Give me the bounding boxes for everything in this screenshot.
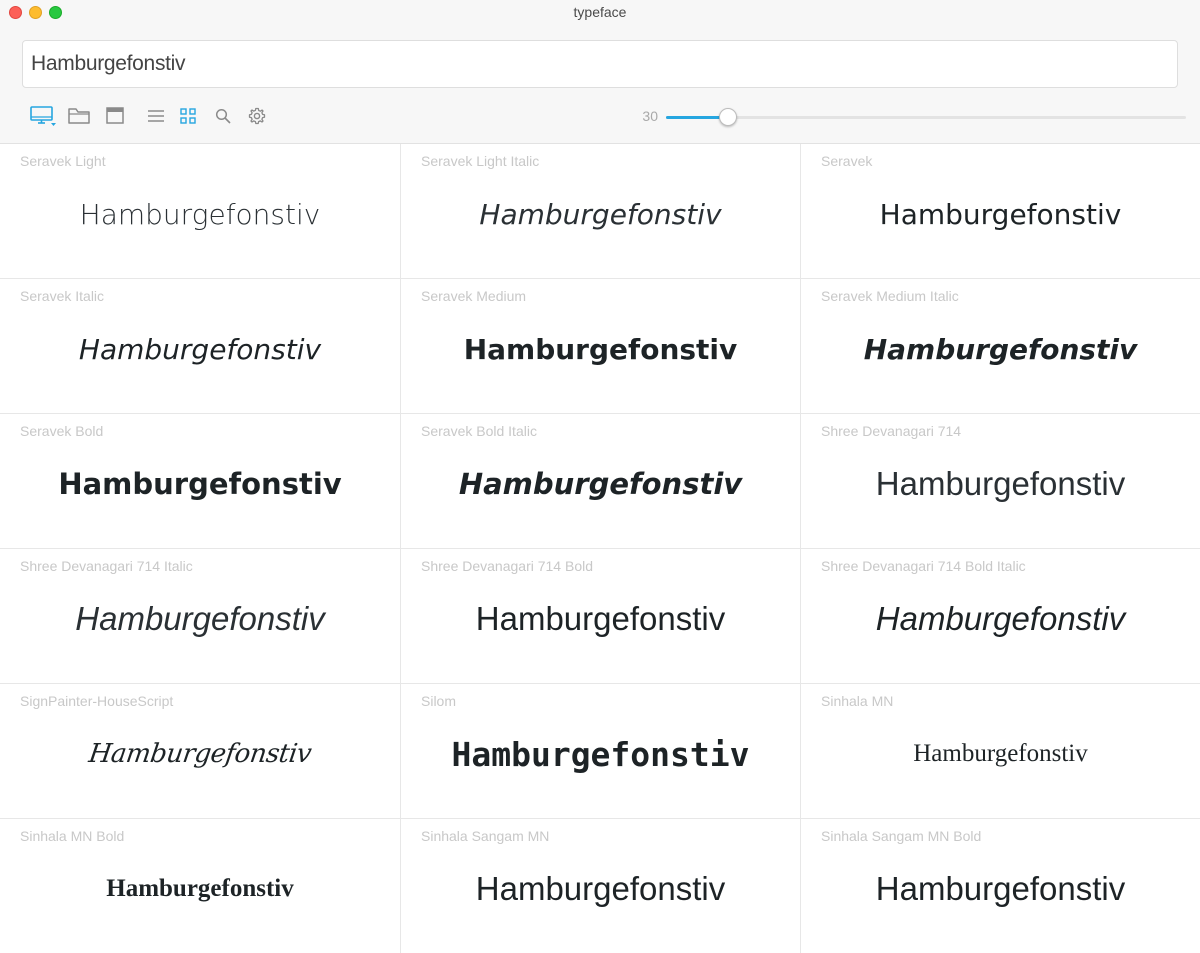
font-name-label: Seravek Medium Italic — [821, 288, 959, 304]
font-size-slider[interactable] — [666, 106, 1186, 128]
font-sample-text: Hamburgefonstiv — [79, 197, 321, 231]
slider-track — [666, 116, 1186, 119]
font-name-label: Shree Devanagari 714 — [821, 423, 962, 439]
font-name-label: Seravek Light — [20, 153, 106, 169]
font-name-label: Seravek Light Italic — [421, 153, 540, 169]
font-card[interactable]: Shree Devanagari 714 Bold Italic Hamburge… — [801, 549, 1200, 684]
font-card[interactable]: SignPainter-HouseScript Hamburgefonstiv — [0, 684, 401, 819]
font-sample-text: Hamburgefonstiv — [879, 197, 1122, 231]
font-name-label: Seravek — [821, 153, 873, 169]
font-name-label: Shree Devanagari 714 Bold — [421, 558, 594, 574]
font-card[interactable]: Seravek Hamburgefonstiv — [801, 144, 1200, 279]
font-name-label: Seravek Italic — [20, 288, 105, 304]
font-sample-text: Hamburgefonstiv — [875, 870, 1126, 907]
font-card[interactable]: Seravek Medium Hamburgefonstiv — [401, 279, 801, 414]
window-title: typeface — [573, 4, 627, 20]
grid-view-icon[interactable] — [178, 104, 198, 128]
preview-text-input[interactable] — [22, 40, 1178, 88]
font-card[interactable]: Sinhala MN Hamburgefonstiv — [801, 684, 1200, 819]
font-name-label: Seravek Bold — [20, 423, 104, 439]
font-sample-text: Hamburgefonstiv — [58, 467, 342, 501]
font-card[interactable]: Seravek Light Italic Hamburgefonstiv — [401, 144, 801, 279]
font-sample-text: Hamburgefonstiv — [875, 465, 1126, 502]
font-card[interactable]: Sinhala Sangam MN Bold Hamburgefonstiv — [801, 819, 1200, 953]
font-size-value: 30 — [642, 108, 658, 124]
font-sample-text: Hamburgefonstiv — [75, 600, 325, 637]
font-card[interactable]: Seravek Light Hamburgefonstiv — [0, 144, 401, 279]
font-card[interactable]: Shree Devanagari 714 Bold Hamburgefonstiv — [401, 549, 801, 684]
font-name-label: Sinhala MN Bold — [20, 828, 125, 844]
window-icon[interactable] — [103, 104, 127, 128]
font-card[interactable]: Shree Devanagari 714 Hamburgefonstiv — [801, 414, 1200, 549]
font-grid: Seravek Light Hamburgefonstiv Seravek Ligh… — [0, 144, 1200, 953]
font-name-label: Shree Devanagari 714 Bold Italic — [821, 558, 1026, 574]
font-sample-text: Hamburgefonstiv — [475, 870, 726, 907]
font-name-label: SignPainter-HouseScript — [20, 693, 174, 709]
font-sample-text: Hamburgefonstiv — [451, 734, 750, 774]
slider-knob[interactable] — [719, 108, 738, 126]
font-card[interactable]: Sinhala Sangam MN Hamburgefonstiv — [401, 819, 801, 953]
font-card[interactable]: Sinhala MN Bold Hamburgefonstiv — [0, 819, 401, 953]
font-sample-text: Hamburgefonstiv — [475, 600, 726, 637]
font-sample-text: Hamburgefonstiv — [78, 332, 322, 366]
font-name-label: Shree Devanagari 714 Italic — [20, 558, 193, 574]
folder-icon[interactable] — [66, 104, 92, 128]
font-name-label: Seravek Bold Italic — [421, 423, 537, 439]
font-sample-text: Hamburgefonstiv — [106, 875, 294, 902]
font-name-label: Seravek Medium — [421, 288, 527, 304]
font-name-label: Sinhala Sangam MN Bold — [821, 828, 982, 844]
font-sample-text: Hamburgefonstiv — [479, 197, 722, 231]
font-card[interactable]: Silom Hamburgefonstiv — [401, 684, 801, 819]
font-sample-text: Hamburgefonstiv — [863, 332, 1138, 366]
font-sample-text: Hamburgefonstiv — [913, 740, 1088, 767]
font-sample-text: Hamburgefonstiv — [463, 332, 738, 366]
font-name-label: Sinhala Sangam MN — [421, 828, 550, 844]
font-sample-text: Hamburgefonstiv — [86, 739, 314, 769]
font-card[interactable]: Shree Devanagari 714 Italic Hamburgefonst… — [0, 549, 401, 684]
list-view-icon[interactable] — [145, 104, 167, 128]
monitor-icon[interactable] — [28, 104, 58, 128]
app-window: typeface Hamburgefonstiv 30 Seravek Ligh… — [0, 0, 1200, 953]
font-sample-text: Hamburgefonstiv — [458, 467, 743, 501]
font-card[interactable]: Seravek Italic Hamburgefonstiv — [0, 279, 401, 414]
font-card[interactable]: Seravek Bold Hamburgefonstiv — [0, 414, 401, 549]
font-card[interactable]: Seravek Bold Italic Hamburgefonstiv — [401, 414, 801, 549]
font-name-label: Sinhala MN — [821, 693, 894, 709]
window-chrome: typeface Hamburgefonstiv 30 — [0, 0, 1200, 144]
search-icon[interactable] — [213, 104, 233, 128]
font-sample-text: Hamburgefonstiv — [875, 600, 1126, 637]
gear-icon[interactable] — [246, 104, 268, 128]
font-card[interactable]: Seravek Medium Italic Hamburgefonstiv — [801, 279, 1200, 414]
font-name-label: Silom — [421, 693, 457, 709]
